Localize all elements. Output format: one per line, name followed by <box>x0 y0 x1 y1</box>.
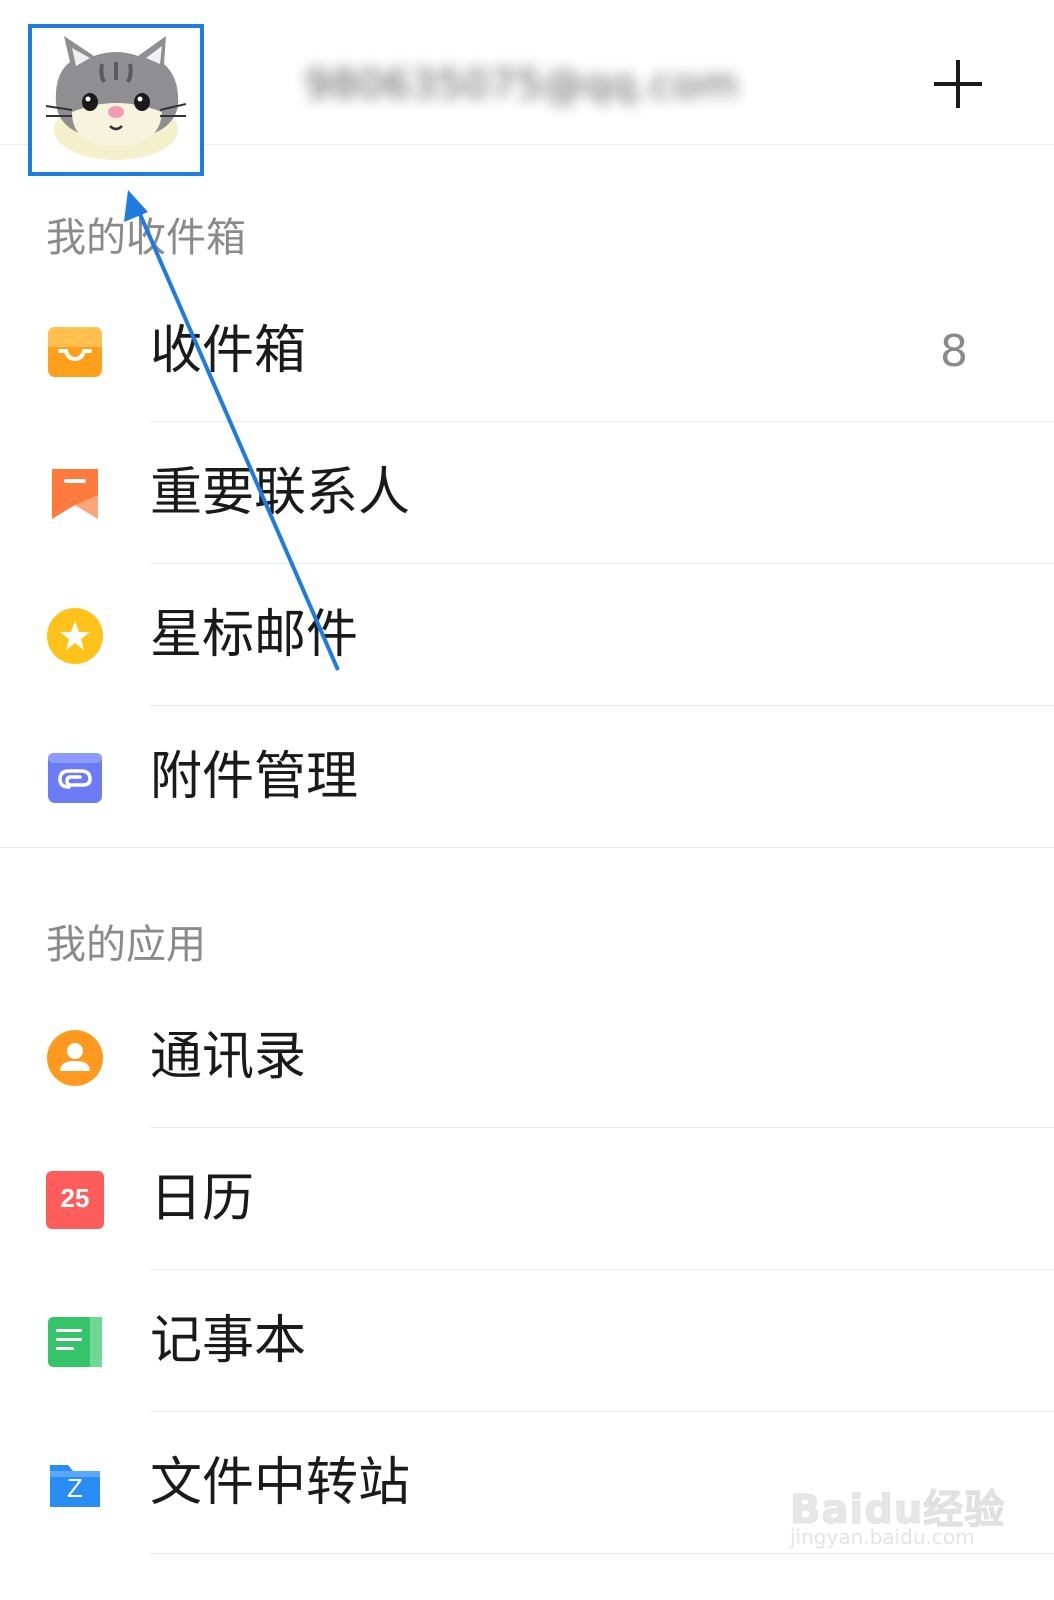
notepad-icon <box>48 1317 102 1367</box>
menu-item-label: 记事本 <box>150 1311 307 1371</box>
transfer-folder-icon: Z <box>46 1455 104 1513</box>
avatar-highlight-box[interactable] <box>28 24 204 176</box>
watermark: Baidu经验 jingyan.baidu.com <box>789 1455 1030 1565</box>
section-title-apps: 我的应用 <box>46 922 206 968</box>
transfer-folder-icon-letter: Z <box>67 1473 83 1503</box>
contacts-icon <box>47 1030 103 1086</box>
menu-item-label: 重要联系人 <box>150 463 411 523</box>
unread-count-badge: 8 <box>940 326 968 377</box>
section-title-mailbox: 我的收件箱 <box>46 215 246 261</box>
menu-item-label: 文件中转站 <box>150 1453 411 1513</box>
menu-item-important-contacts[interactable]: 重要联系人 <box>0 422 1054 564</box>
menu-item-label: 日历 <box>150 1169 255 1229</box>
attachment-icon <box>48 753 102 803</box>
inbox-icon <box>48 327 102 377</box>
menu-item-attachments[interactable]: 附件管理 <box>0 706 1054 848</box>
menu-item-inbox[interactable]: 收件箱 8 <box>0 280 1054 422</box>
bookmark-icon <box>52 469 98 519</box>
section-divider <box>0 847 1054 848</box>
calendar-icon: 25 <box>46 1171 104 1229</box>
menu-item-label: 附件管理 <box>150 747 359 807</box>
menu-item-label: 收件箱 <box>150 321 307 381</box>
star-icon <box>47 608 103 664</box>
header-bar: 980635075@qq.com <box>0 0 1054 176</box>
add-account-button[interactable] <box>930 56 986 112</box>
calendar-icon-date: 25 <box>60 1183 90 1213</box>
menu-item-notepad[interactable]: 记事本 <box>0 1270 1054 1412</box>
menu-item-label: 星标邮件 <box>150 605 359 665</box>
account-email[interactable]: 980635075@qq.com <box>305 62 739 108</box>
menu-item-contacts[interactable]: 通讯录 <box>0 986 1054 1128</box>
menu-item-label: 通讯录 <box>150 1027 307 1087</box>
menu-item-calendar[interactable]: 25 日历 <box>0 1128 1054 1270</box>
watermark-url: jingyan.baidu.com <box>790 1525 975 1549</box>
menu-item-starred[interactable]: 星标邮件 <box>0 564 1054 706</box>
avatar[interactable] <box>42 34 190 166</box>
